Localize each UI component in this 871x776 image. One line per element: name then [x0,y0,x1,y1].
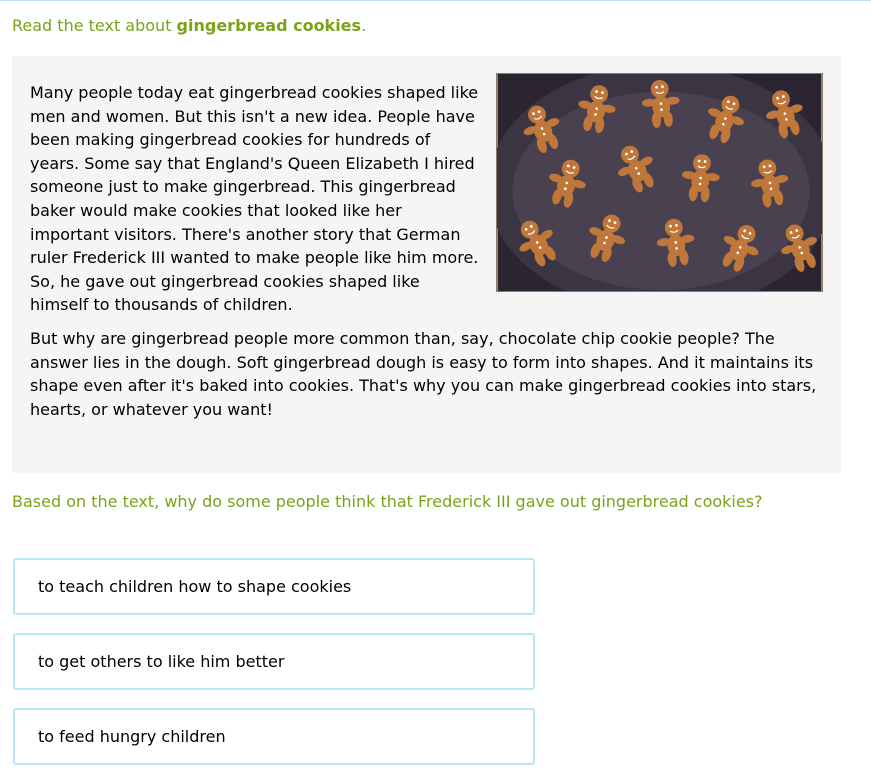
answer-choice-2[interactable]: to get others to like him better [13,633,535,690]
answer-choice-1[interactable]: to teach children how to shape cookies [13,558,535,615]
instructions-prefix: Read the text about [12,16,177,35]
answer-choice-label: to feed hungry children [38,727,226,746]
reading-passage: Many people today eat gingerbread cookie… [12,56,841,473]
gingerbread-cookies-photo [496,73,823,292]
instructions-topic: gingerbread cookies [176,16,362,35]
answer-choice-3[interactable]: to feed hungry children [13,708,535,765]
instructions-suffix: . [361,16,367,35]
passage-paragraph-2: But why are gingerbread people more comm… [30,328,817,419]
answer-choice-label: to teach children how to shape cookies [38,577,352,596]
question-text: Based on the text, why do some people th… [12,492,763,511]
answer-choice-label: to get others to like him better [38,652,285,671]
instructions: Read the text about gingerbread cookies. [12,16,366,35]
